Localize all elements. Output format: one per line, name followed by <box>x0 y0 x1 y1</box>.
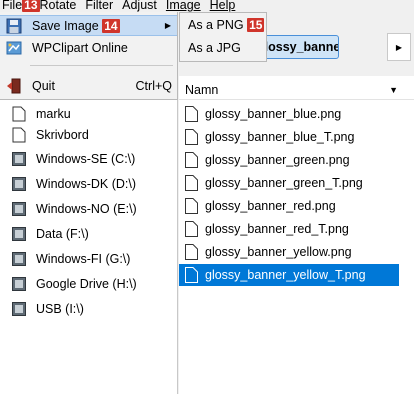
drive-icon <box>12 277 26 291</box>
step-badge-14: 14 <box>102 18 120 33</box>
menu-rotate-label[interactable]: Rotate <box>40 0 77 12</box>
location-label: Windows-SE (C:\) <box>36 152 136 166</box>
breadcrumb-next-button[interactable]: ▶ <box>387 33 411 61</box>
file-row-selected[interactable]: glossy_banner_yellow_T.png <box>179 264 399 286</box>
save-as-jpg-item[interactable]: As a JPG <box>182 39 241 57</box>
save-image-label: Save Image <box>32 18 99 33</box>
location-label: marku <box>36 107 71 121</box>
menu-filter[interactable]: Filter <box>85 0 122 12</box>
save-as-png-item[interactable]: As a PNG 15 <box>182 16 265 34</box>
location-label: Data (F:\) <box>36 227 89 241</box>
location-label: Windows-FI (G:\) <box>36 252 131 266</box>
menu-file[interactable]: File 13 Rotate <box>0 0 85 12</box>
file-name: glossy_banner_yellow_T.png <box>205 268 366 282</box>
file-name: glossy_banner_green_T.png <box>205 176 363 190</box>
file-name: glossy_banner_blue_T.png <box>205 130 355 144</box>
file-name: glossy_banner_yellow.png <box>205 245 352 259</box>
location-label: Google Drive (H:\) <box>36 277 137 291</box>
column-name-label: Namn <box>185 82 219 97</box>
file-icon <box>185 267 198 283</box>
file-list-pane: Namn ▼ glossy_banner_blue.png glossy_ban… <box>179 76 414 394</box>
file-row[interactable]: glossy_banner_blue_T.png <box>179 126 399 148</box>
file-icon <box>185 244 198 260</box>
quit-menu-item[interactable]: Quit Ctrl+Q <box>0 75 177 96</box>
file-row[interactable]: glossy_banner_green_T.png <box>179 172 399 194</box>
location-item[interactable]: Windows-SE (C:\) <box>0 149 178 169</box>
places-pane: marku Skrivbord Windows-SE (C:\) Windows… <box>0 100 178 394</box>
location-item[interactable]: Skrivbord <box>0 125 178 145</box>
submenu-arrow-icon: ▶ <box>164 21 171 30</box>
location-label: Skrivbord <box>36 128 89 142</box>
step-badge-13: 13 <box>22 0 40 12</box>
location-label: Windows-NO (E:\) <box>36 202 137 216</box>
menu-adjust[interactable]: Adjust <box>122 0 166 12</box>
drive-icon <box>12 152 26 166</box>
file-icon <box>185 221 198 237</box>
save-image-menu-item[interactable]: Save Image 14 ▶ <box>0 15 177 36</box>
menubar: File 13 Rotate Filter Adjust Image Help <box>0 0 414 12</box>
file-name: glossy_banner_green.png <box>205 153 350 167</box>
file-row[interactable]: glossy_banner_blue.png <box>179 103 399 125</box>
column-header-name[interactable]: Namn ▼ <box>179 80 414 100</box>
save-image-submenu: As a PNG 15 As a JPG <box>179 12 267 62</box>
location-item[interactable]: Data (F:\) <box>0 224 178 244</box>
location-item[interactable]: Windows-FI (G:\) <box>0 249 178 269</box>
step-badge-15: 15 <box>247 18 265 32</box>
file-icon <box>185 129 198 145</box>
drive-icon <box>12 252 26 266</box>
drive-icon <box>12 227 26 241</box>
save-as-png-label: As a PNG <box>188 18 244 32</box>
file-name: glossy_banner_red.png <box>205 199 336 213</box>
file-row[interactable]: glossy_banner_green.png <box>179 149 399 171</box>
drive-icon <box>12 202 26 216</box>
file-row[interactable]: glossy_banner_red_T.png <box>179 218 399 240</box>
web-link-icon <box>6 41 22 54</box>
sort-descending-icon: ▼ <box>389 84 398 95</box>
wpclipart-label: WPClipart Online <box>32 40 128 55</box>
quit-label: Quit <box>32 78 55 93</box>
file-icon <box>185 152 198 168</box>
location-item[interactable]: Windows-DK (D:\) <box>0 174 178 194</box>
file-menu-dropdown: Save Image 14 ▶ WPClipart Online Quit Ct… <box>0 12 178 100</box>
quit-shortcut: Ctrl+Q <box>135 78 172 93</box>
menu-image[interactable]: Image <box>166 0 210 12</box>
drive-icon <box>12 302 26 316</box>
file-name: glossy_banner_blue.png <box>205 107 342 121</box>
location-item[interactable]: Google Drive (H:\) <box>0 274 178 294</box>
file-row[interactable]: glossy_banner_yellow.png <box>179 241 399 263</box>
file-row[interactable]: glossy_banner_red.png <box>179 195 399 217</box>
location-label: Windows-DK (D:\) <box>36 177 137 191</box>
wpclipart-online-menu-item[interactable]: WPClipart Online <box>0 37 177 58</box>
drive-icon <box>12 177 26 191</box>
location-item[interactable]: marku <box>0 104 178 124</box>
file-icon <box>185 175 198 191</box>
file-name: glossy_banner_red_T.png <box>205 222 349 236</box>
location-label: USB (I:\) <box>36 302 84 316</box>
file-icon <box>185 198 198 214</box>
exit-door-icon <box>7 78 21 93</box>
location-item[interactable]: USB (I:\) <box>0 299 178 319</box>
menu-help[interactable]: Help <box>210 0 245 12</box>
chevron-right-icon: ▶ <box>395 42 403 52</box>
menu-separator <box>30 65 173 66</box>
location-item[interactable]: Windows-NO (E:\) <box>0 199 178 219</box>
folder-icon <box>12 127 26 143</box>
folder-icon <box>12 106 26 122</box>
file-icon <box>185 106 198 122</box>
save-icon <box>6 18 22 33</box>
